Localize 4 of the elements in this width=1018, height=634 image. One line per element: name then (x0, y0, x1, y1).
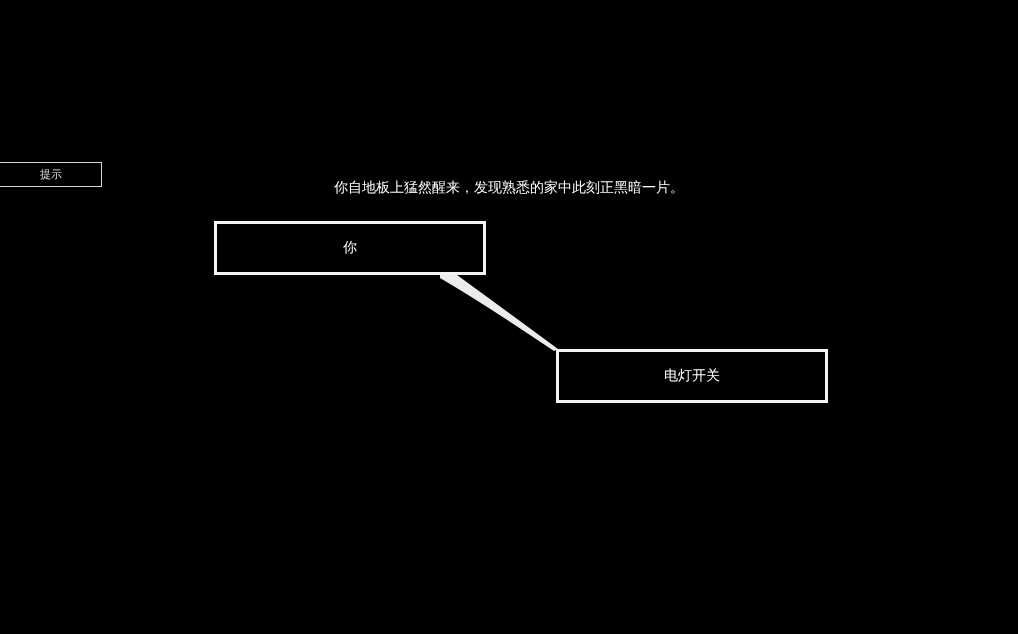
story-node[interactable]: 你 (214, 221, 486, 275)
narration-text: 你自地板上猛然醒来，发现熟悉的家中此刻正黑暗一片。 (334, 178, 684, 196)
hint-button[interactable]: 提示 (0, 162, 102, 187)
story-node[interactable]: 电灯开关 (556, 349, 828, 403)
